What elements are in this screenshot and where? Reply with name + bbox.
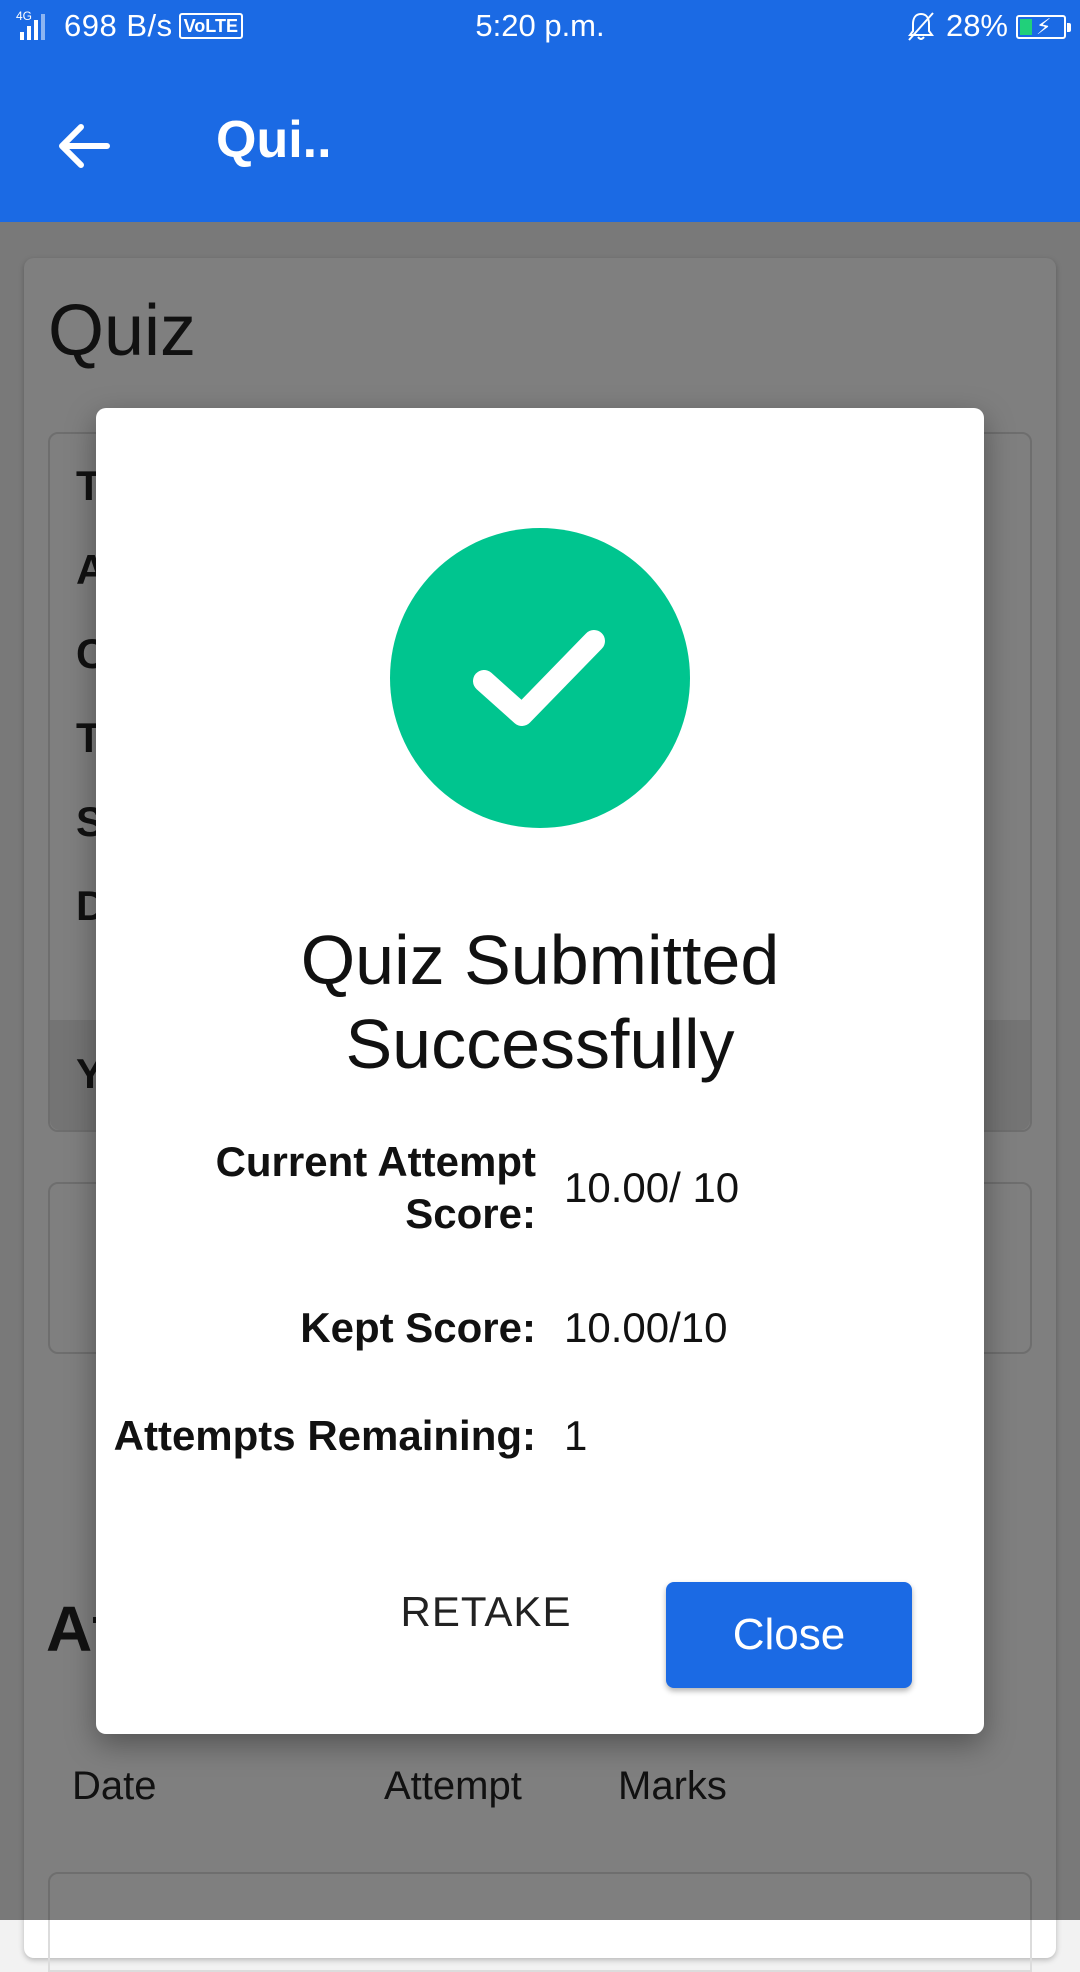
quiz-submitted-dialog: Quiz Submitted Successfully Current Atte… (96, 408, 984, 1734)
arrow-left-icon (59, 124, 110, 168)
battery-percent: 28% (945, 8, 1008, 43)
bell-muted-icon (907, 12, 934, 41)
current-attempt-score-label: Current Attempt Score: (216, 1136, 536, 1240)
retake-button[interactable]: RETAKE (386, 1574, 586, 1650)
label-line1: Current Attempt (215, 1138, 536, 1185)
status-bar: 4G 698 B/s VoLTE 5:20 p.m. 28% ⚡ (0, 0, 1080, 56)
attempts-remaining-label: Attempts Remaining: (113, 1412, 536, 1459)
check-circle-icon (390, 528, 690, 828)
checkmark-icon (473, 630, 605, 726)
back-button[interactable] (44, 106, 124, 186)
close-button[interactable]: Close (666, 1582, 912, 1688)
status-right: 28% ⚡ (906, 8, 1071, 44)
attempts-remaining-value: 1 (564, 1412, 588, 1459)
dialog-title-line1: Quiz Submitted (300, 921, 780, 999)
dialog-title-line2: Successfully (345, 1005, 735, 1083)
kept-score-label: Kept Score: (300, 1304, 536, 1351)
page-title: Qui.. (216, 111, 332, 169)
current-attempt-score-value: 10.00/ 10 (564, 1164, 740, 1211)
app-bar: Qui.. (0, 56, 1080, 222)
dialog-title: Quiz Submitted Successfully (96, 918, 984, 1086)
battery-icon: ⚡ (1016, 14, 1071, 39)
label-line2: Score: (405, 1190, 536, 1237)
kept-score-value: 10.00/10 (564, 1304, 728, 1351)
